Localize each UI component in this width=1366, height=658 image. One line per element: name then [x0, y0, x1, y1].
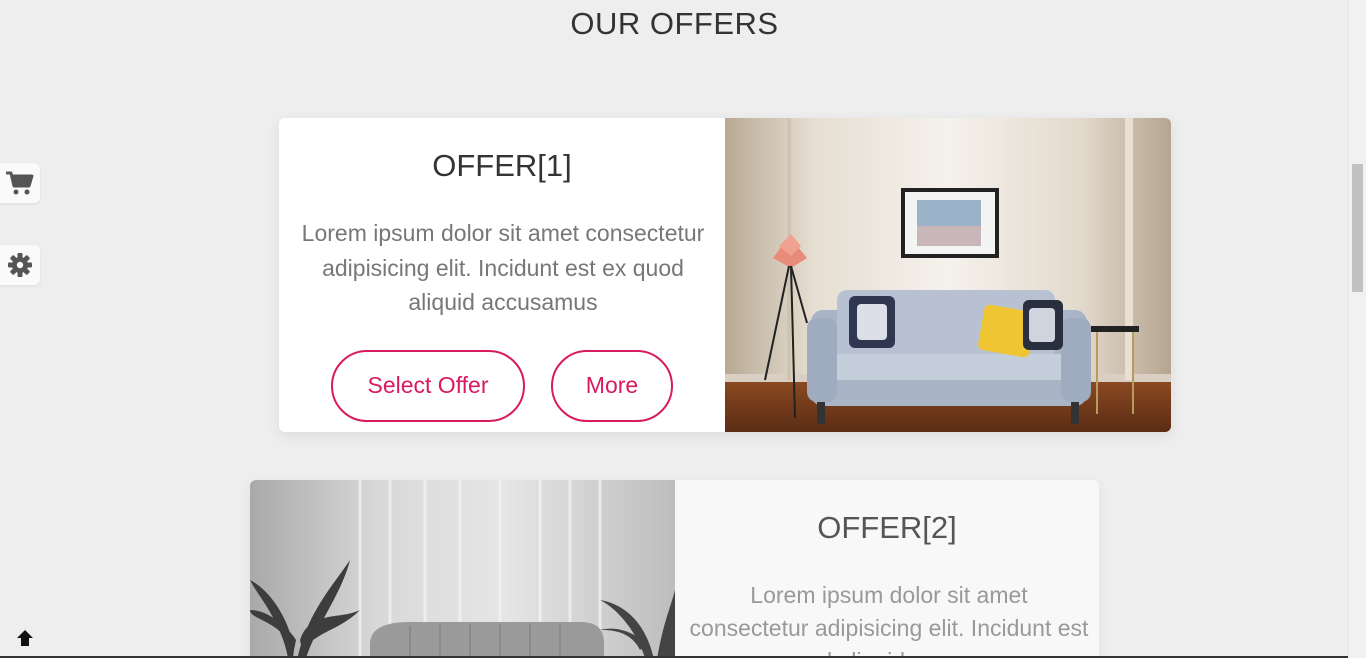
- scroll-to-top-button[interactable]: [14, 627, 36, 649]
- arrow-up-icon: [17, 630, 33, 646]
- offer-actions: Select Offer More: [293, 349, 711, 422]
- section-title: OUR OFFERS: [570, 6, 779, 41]
- offer-title: OFFER[2]: [817, 510, 957, 545]
- page: OUR OFFERS OFFER[1] Lorem ipsum dolor si…: [0, 0, 1366, 658]
- grayscale-armchair-room-photo: [250, 480, 675, 658]
- offer-text: OFFER[1] Lorem ipsum dolor sit amet cons…: [279, 118, 725, 432]
- settings-button[interactable]: [0, 245, 40, 285]
- cart-button[interactable]: [0, 163, 40, 203]
- living-room-sofa-photo: [725, 118, 1171, 432]
- select-offer-button[interactable]: Select Offer: [331, 349, 525, 422]
- scrollbar-thumb[interactable]: [1352, 164, 1363, 292]
- offer-description: Lorem ipsum dolor sit amet consectetur a…: [301, 220, 705, 315]
- more-button[interactable]: More: [551, 349, 673, 422]
- offer-title: OFFER[1]: [432, 148, 572, 183]
- shopping-cart-icon: [6, 171, 34, 195]
- offer-text: OFFER[2] Lorem ipsum dolor sit amet cons…: [675, 480, 1099, 658]
- scrollbar[interactable]: [1348, 0, 1366, 658]
- offer-description: Lorem ipsum dolor sit amet consectetur a…: [689, 582, 1089, 658]
- gear-icon: [8, 253, 32, 277]
- offer-card-1: OFFER[1] Lorem ipsum dolor sit amet cons…: [279, 118, 1171, 432]
- offer-card-2: OFFER[2] Lorem ipsum dolor sit amet cons…: [250, 480, 1099, 658]
